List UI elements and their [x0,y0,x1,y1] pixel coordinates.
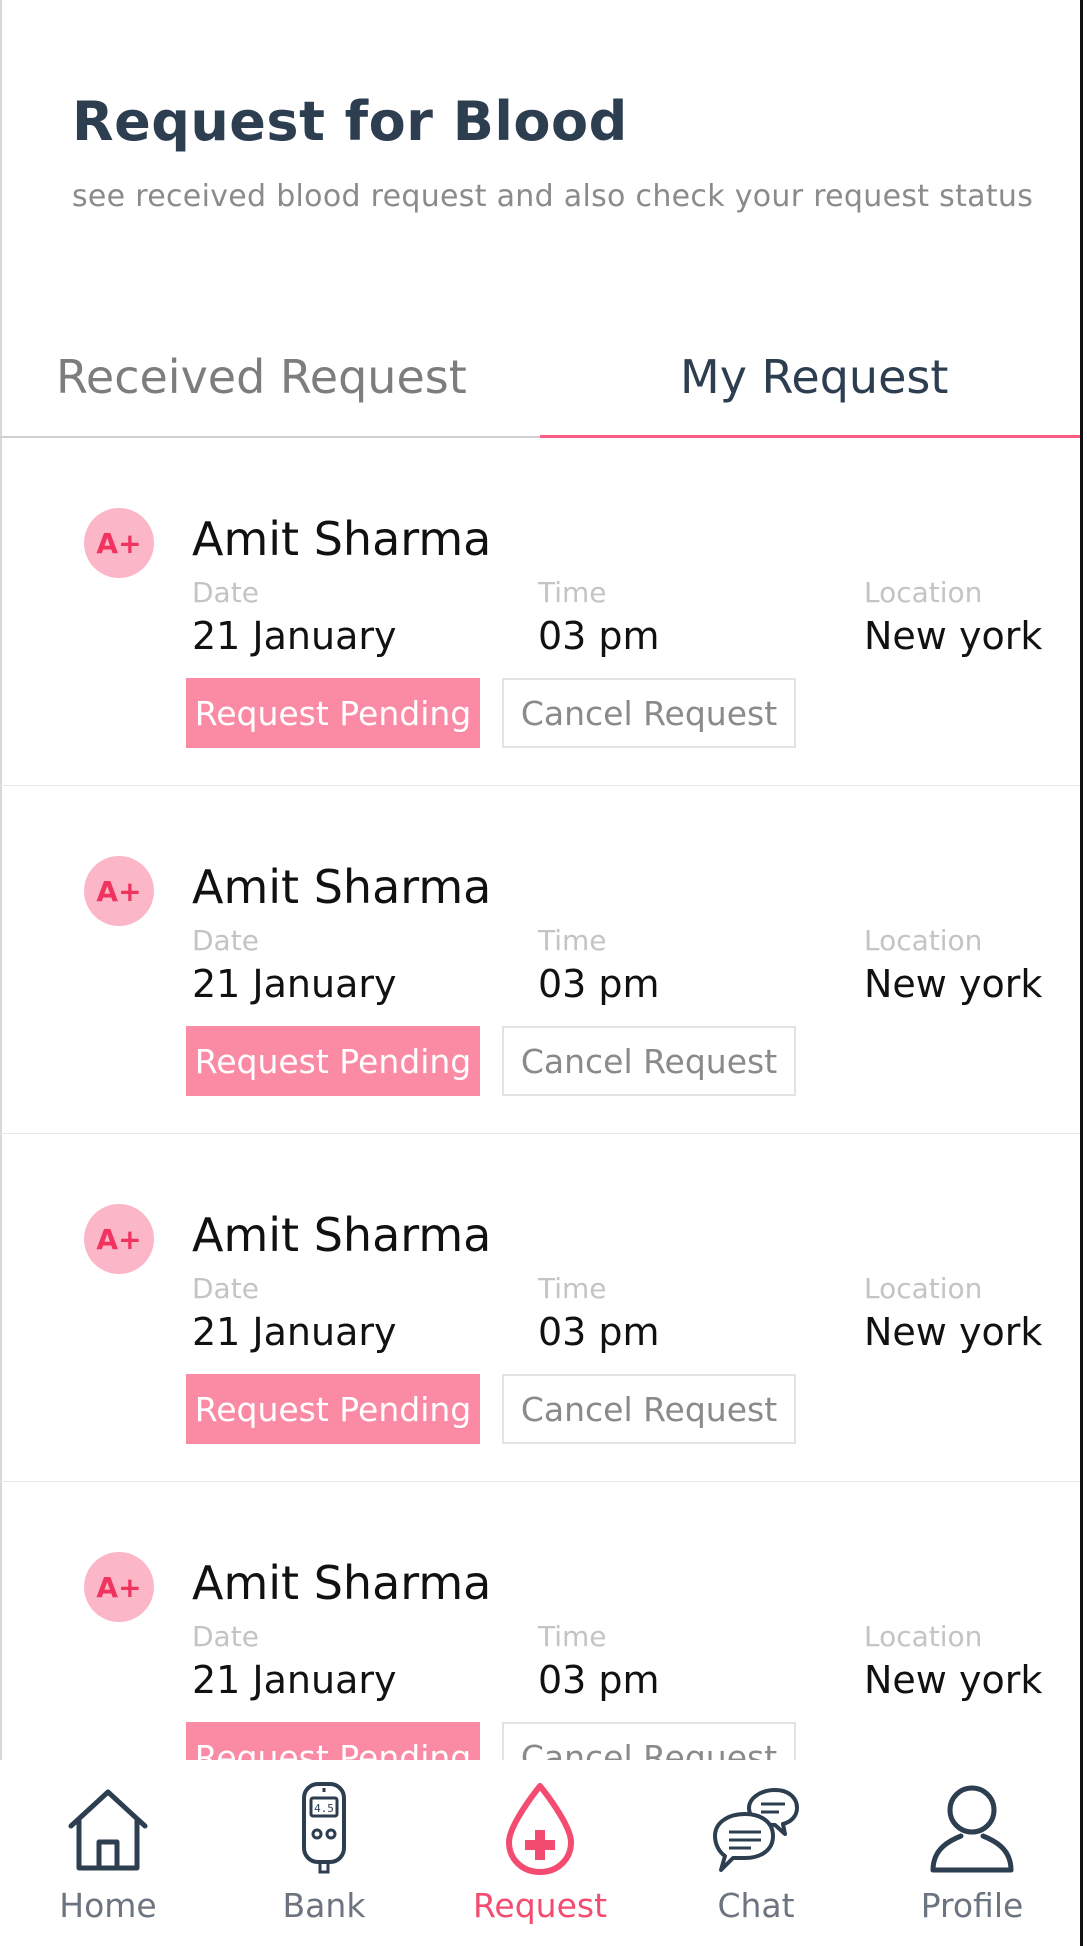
blood-group-badge: A+ [84,1552,154,1622]
nav-home[interactable]: Home [0,1760,216,1946]
request-tabs: Received Request My Request [0,340,1080,438]
cancel-request-button[interactable]: Cancel Request [502,1374,796,1444]
cancel-request-button[interactable]: Cancel Request [502,678,796,748]
time-value: 03 pm [538,614,660,658]
nav-request-label: Request [472,1886,608,1925]
nav-chat[interactable]: Chat [648,1760,864,1946]
time-label: Time [538,1620,607,1653]
time-value: 03 pm [538,1310,660,1354]
location-label: Location [864,576,983,609]
nav-profile[interactable]: Profile [864,1760,1080,1946]
request-pending-status: Request Pending [186,1374,480,1444]
blood-drop-icon [506,1783,574,1875]
blood-group-badge: A+ [84,508,154,578]
nav-home-label: Home [59,1886,157,1925]
date-value: 21 January [192,1658,397,1702]
nav-bank[interactable]: 4.5 Bank [216,1760,432,1946]
app-screen: Request for Blood see received blood req… [0,0,1087,1946]
location-value: New york [864,1658,1043,1702]
page-title: Request for Blood [72,90,628,153]
time-label: Time [538,576,607,609]
blood-group-badge: A+ [84,856,154,926]
date-value: 21 January [192,1310,397,1354]
date-label: Date [192,576,259,609]
tab-received-request[interactable]: Received Request [56,350,467,404]
request-pending-status: Request Pending [186,678,480,748]
nav-chat-label: Chat [717,1886,795,1925]
request-pending-status: Request Pending [186,1722,480,1760]
date-value: 21 January [192,962,397,1006]
request-card: A+ Amit Sharma Date Time Location 21 Jan… [0,1134,1080,1482]
nav-bank-label: Bank [282,1886,366,1925]
request-list[interactable]: A+ Amit Sharma Date Time Location 21 Jan… [0,438,1080,1760]
request-card: A+ Amit Sharma Date Time Location 21 Jan… [0,1482,1080,1760]
page-header: Request for Blood see received blood req… [72,90,1052,214]
date-label: Date [192,924,259,957]
location-value: New york [864,1310,1043,1354]
requester-name: Amit Sharma [192,512,492,566]
requester-name: Amit Sharma [192,1208,492,1262]
time-value: 03 pm [538,962,660,1006]
time-label: Time [538,1272,607,1305]
page-subtitle: see received blood request and also chec… [72,179,1034,214]
location-label: Location [864,924,983,957]
profile-icon [930,1785,1014,1873]
cancel-request-button[interactable]: Cancel Request [502,1722,796,1760]
nav-profile-label: Profile [920,1886,1024,1925]
request-pending-status: Request Pending [186,1026,480,1096]
bottom-navigation: Home 4.5 Bank Request Chat Profile [0,1760,1080,1946]
cancel-request-button[interactable]: Cancel Request [502,1026,796,1096]
requester-name: Amit Sharma [192,860,492,914]
tab-my-request[interactable]: My Request [680,350,948,404]
blood-group-badge: A+ [84,1204,154,1274]
nav-request[interactable]: Request [432,1760,648,1946]
location-label: Location [864,1272,983,1305]
requester-name: Amit Sharma [192,1556,492,1610]
time-label: Time [538,924,607,957]
date-label: Date [192,1620,259,1653]
home-icon [68,1789,148,1871]
svg-text:4.5: 4.5 [314,1802,334,1815]
glucometer-icon: 4.5 [302,1782,346,1874]
time-value: 03 pm [538,1658,660,1702]
location-label: Location [864,1620,983,1653]
chat-icon [713,1788,799,1872]
location-value: New york [864,962,1043,1006]
request-card: A+ Amit Sharma Date Time Location 21 Jan… [0,786,1080,1134]
location-value: New york [864,614,1043,658]
date-label: Date [192,1272,259,1305]
right-border [1080,0,1083,1946]
request-card: A+ Amit Sharma Date Time Location 21 Jan… [0,438,1080,786]
date-value: 21 January [192,614,397,658]
